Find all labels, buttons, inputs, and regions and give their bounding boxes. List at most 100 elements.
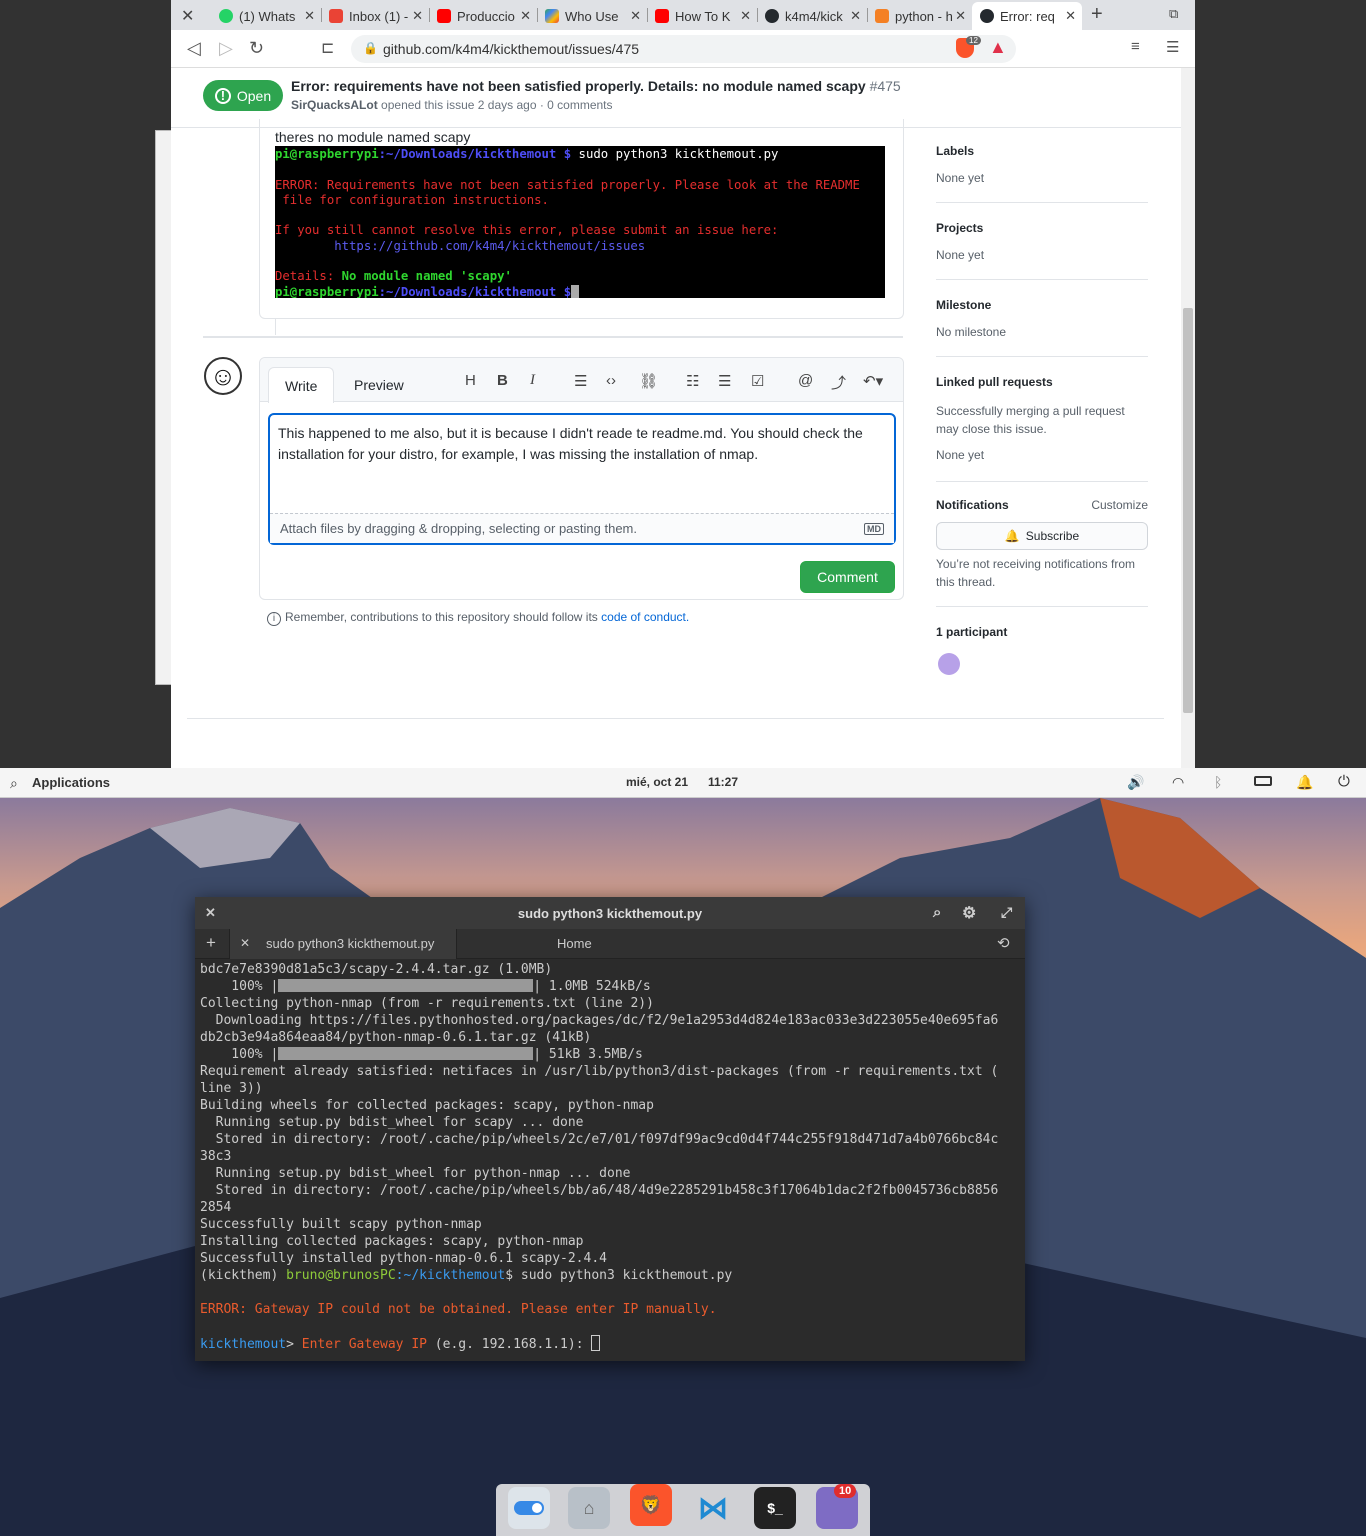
numbered-list-icon[interactable]: ☰ [718,372,731,390]
brave-rewards-icon[interactable]: ▲ [989,37,1007,58]
restore-window-icon[interactable]: ⧉ [1169,6,1178,22]
issue-title: Error: requirements have not been satisf… [291,78,901,94]
progress-percent: 100% | [200,1047,279,1062]
link-icon[interactable]: ⛓ [639,372,658,390]
tab-github-repo[interactable]: k4m4/kick ✕ [757,2,867,30]
terminal-tab-home[interactable]: Home [557,936,592,951]
bluetooth-icon[interactable]: ᛒ [1214,774,1222,790]
new-tab-icon[interactable]: + [1091,3,1103,26]
new-tab-icon[interactable]: + [206,933,216,953]
issue-content: theres no module named scapy pi@raspberr… [171,119,1181,768]
close-tab-icon[interactable]: ✕ [412,8,423,24]
comment-button[interactable]: Comment [800,561,895,593]
volume-icon[interactable]: 🔊 [1127,774,1144,791]
terminal-tab-active[interactable]: ✕ sudo python3 kickthemout.py [229,929,457,959]
close-tab-icon[interactable]: ✕ [955,8,966,24]
tab-youtube-2[interactable]: How To K ✕ [647,2,757,30]
close-tab-icon[interactable]: ✕ [740,8,751,24]
github-icon [765,9,779,23]
tab-github-issue[interactable]: Error: req ✕ [972,2,1082,30]
close-tab-icon[interactable]: ✕ [630,8,641,24]
reference-icon[interactable]: ⤴ [831,372,846,393]
issue-title-text: Error: requirements have not been satisf… [291,78,866,94]
search-icon[interactable]: ⌕ [10,775,18,792]
address-bar[interactable]: 🔒 github.com/k4m4/kickthemout/issues/475 [351,35,1016,63]
power-icon[interactable]: ⏻ [1338,773,1350,790]
close-tab-icon[interactable]: ✕ [850,8,861,24]
settings-icon[interactable] [508,1487,550,1529]
tab-label: k4m4/kick [785,8,843,24]
close-window-icon[interactable]: ✕ [181,6,194,26]
code-of-conduct-link[interactable]: code of conduct. [601,610,689,624]
media-queue-icon[interactable]: ≡ [1131,38,1140,55]
issue-author-link[interactable]: SirQuacksALot [291,98,378,112]
back-icon[interactable]: ◁ [187,38,201,59]
gear-icon[interactable]: ⚙ [962,903,976,923]
bookmark-icon[interactable]: ⊏ [321,38,334,58]
participant-avatar[interactable] [938,653,960,675]
italic-icon[interactable]: I [530,372,535,389]
history-icon[interactable]: ⟲ [997,934,1010,952]
panel-time[interactable]: 11:27 [708,775,738,789]
info-icon: i [267,612,281,626]
brave-icon[interactable]: 🦁 [630,1484,672,1526]
reload-icon[interactable]: ↻ [249,38,264,59]
tab-write[interactable]: Write [268,367,335,403]
youtube-icon [655,9,669,23]
labels-title[interactable]: Labels [936,144,1148,158]
close-tab-icon[interactable]: ✕ [240,936,250,950]
terminal-icon[interactable]: $_ [754,1487,796,1529]
tab-stackoverflow[interactable]: python - h ✕ [867,2,972,30]
terminal-line: bdc7e7e8390d81a5c3/scapy-2.4.4.tar.gz (1… [200,962,553,977]
close-tab-icon[interactable]: ✕ [520,8,531,24]
progress-bar [278,979,534,992]
screenshot-path: :~/Downloads/kickthemout $ [378,284,572,298]
tab-youtube-1[interactable]: Produccio ✕ [429,2,537,30]
menu-icon[interactable]: ☰ [1166,38,1179,56]
saved-replies-icon[interactable]: ↶▾ [863,372,883,390]
task-list-icon[interactable]: ☑ [751,372,764,390]
notifications-icon[interactable]: 🔔 [1296,774,1313,791]
terminal-line: Successfully installed python-nmap-0.6.1… [200,1251,607,1266]
linked-prs-title[interactable]: Linked pull requests [936,375,1148,389]
tab-whatsapp[interactable]: (1) Whats ✕ [211,2,321,30]
panel-date[interactable]: mié, oct 21 [626,775,688,789]
heading-icon[interactable]: H [465,372,476,389]
search-icon[interactable]: ⌕ [933,904,941,921]
bell-icon: 🔔 [1004,529,1020,543]
page-scrollbar[interactable] [1181,68,1195,768]
close-icon[interactable]: ✕ [205,905,216,921]
quote-icon[interactable]: ☰ [574,372,587,390]
tab-label: Inbox (1) - [349,8,409,24]
forward-icon[interactable]: ▷ [219,38,233,59]
bulleted-list-icon[interactable]: ☷ [686,372,699,390]
files-icon[interactable]: ⌂ [568,1487,610,1529]
close-tab-icon[interactable]: ✕ [1065,8,1076,24]
applications-menu[interactable]: Applications [32,775,110,790]
maximize-icon[interactable]: ⤢ [1001,904,1012,921]
terminal-output[interactable]: bdc7e7e8390d81a5c3/scapy-2.4.4.tar.gz (1… [200,961,1022,1353]
subscribe-button[interactable]: 🔔 Subscribe [936,522,1148,550]
projects-title[interactable]: Projects [936,221,1148,235]
attach-files-area[interactable]: Attach files by dragging & dropping, sel… [270,513,894,543]
timeline-divider [203,336,903,338]
mention-icon[interactable]: @ [798,372,813,389]
close-tab-icon[interactable]: ✕ [304,8,315,24]
prompt-example: (e.g. 192.168.1.1): [426,1337,592,1352]
customize-link[interactable]: Customize [1091,498,1148,512]
terminal-cursor [591,1335,601,1351]
tab-gmail[interactable]: Inbox (1) - ✕ [321,2,429,30]
markdown-icon[interactable]: MD [864,523,884,535]
scrollbar-thumb[interactable] [1183,308,1193,713]
battery-icon[interactable] [1254,776,1272,786]
comment-textarea[interactable]: This happened to me also, but it is beca… [268,413,896,545]
tab-preview[interactable]: Preview [338,367,420,403]
wifi-icon[interactable]: ◠ [1172,774,1184,791]
bold-icon[interactable]: B [497,372,508,389]
user-avatar[interactable]: ☺ [204,357,242,395]
code-icon[interactable]: ‹› [606,372,616,389]
vscode-icon[interactable]: ⋈ [692,1487,734,1529]
tab-play[interactable]: Who Use ✕ [537,2,647,30]
milestone-title[interactable]: Milestone [936,298,1148,312]
terminal-line: Running setup.py bdist_wheel for python-… [200,1166,631,1181]
